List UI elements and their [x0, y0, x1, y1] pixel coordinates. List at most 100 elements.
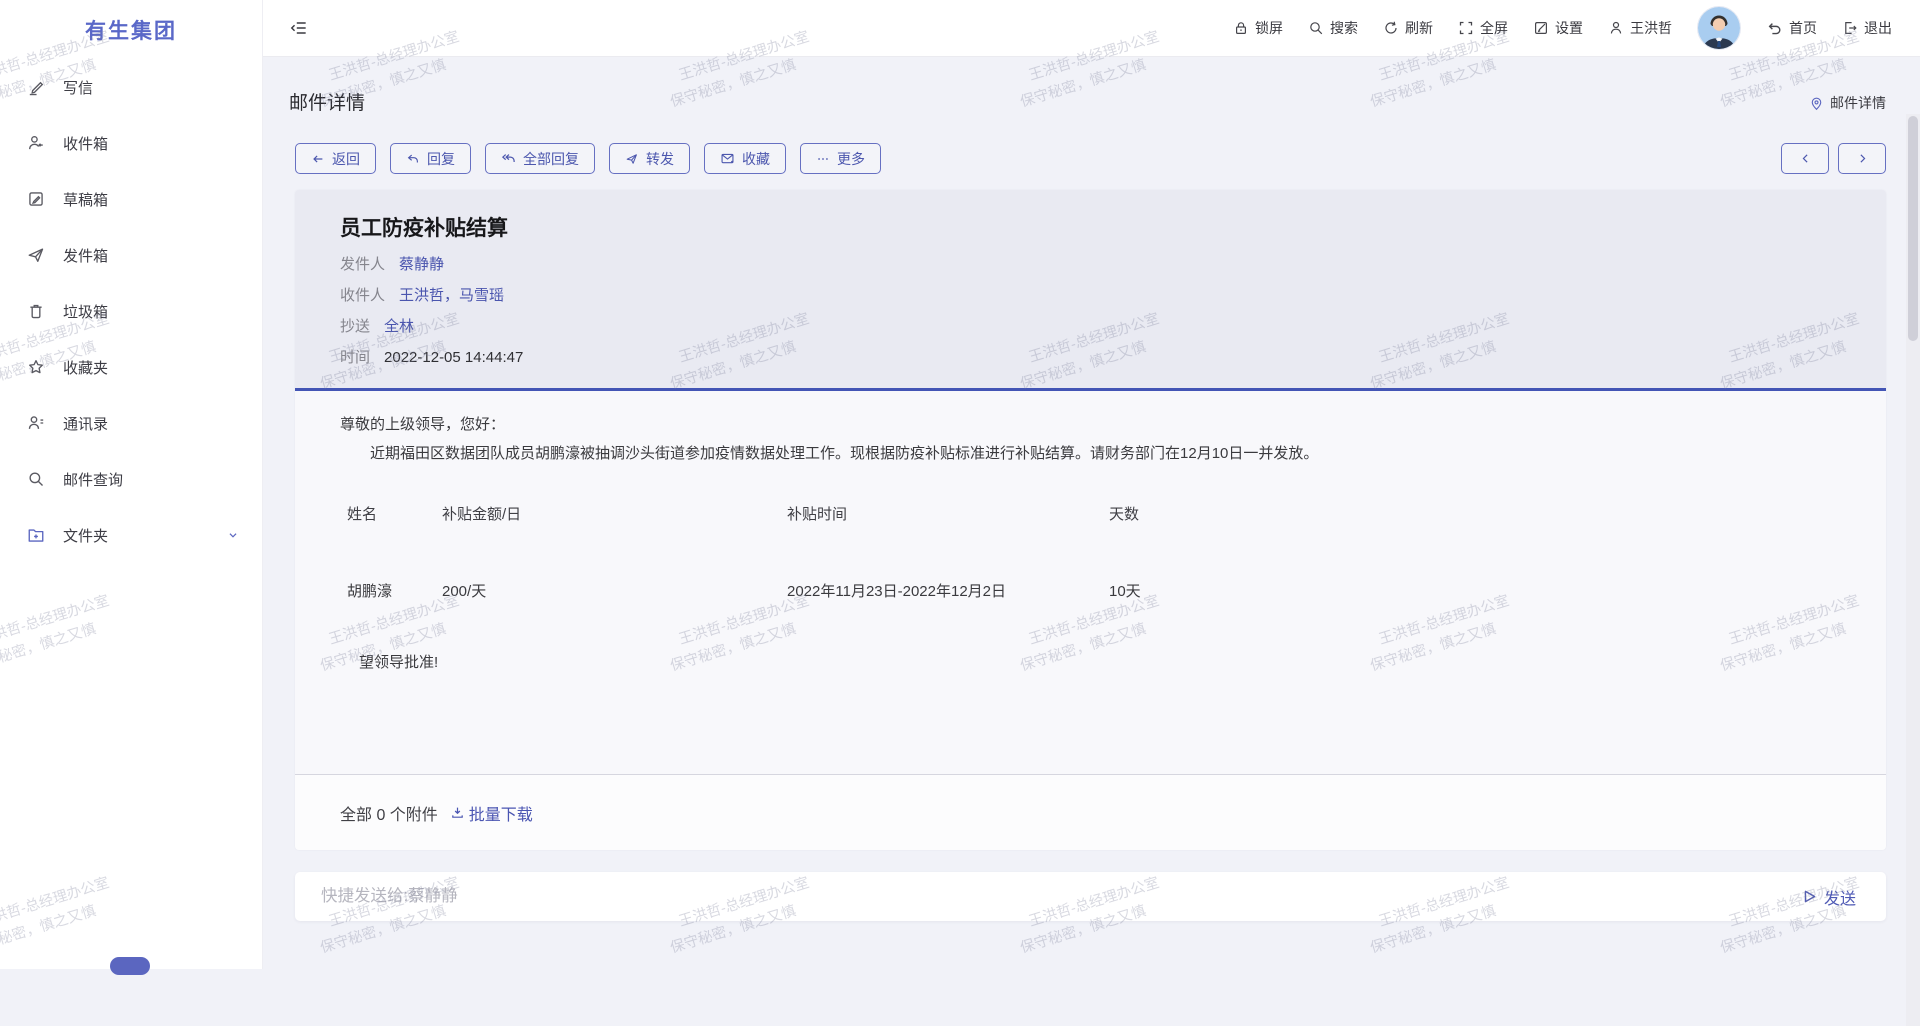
user-avatar[interactable]	[1697, 6, 1741, 50]
menu-fold-icon[interactable]	[289, 18, 309, 38]
current-user-name: 王洪哲	[1630, 18, 1672, 38]
outbox-icon	[27, 246, 45, 264]
forward-button[interactable]: 转发	[609, 143, 690, 174]
settings-icon	[1533, 20, 1549, 36]
global-search-label: 搜索	[1330, 18, 1358, 38]
table-cell: 200/天	[442, 582, 787, 602]
person-icon	[1608, 20, 1624, 36]
home-button[interactable]: 首页	[1766, 18, 1817, 38]
scrollbar[interactable]	[1906, 114, 1920, 1026]
chevron-right-icon	[1856, 152, 1869, 165]
mail-star-icon	[720, 151, 735, 166]
sidebar-item-sent[interactable]: 发件箱	[0, 227, 262, 283]
sidebar-item-trash[interactable]: 垃圾箱	[0, 283, 262, 339]
quick-send-input[interactable]	[321, 887, 1801, 906]
more-button[interactable]: 更多	[800, 143, 881, 174]
pencil-icon	[27, 78, 45, 96]
table-header: 姓名	[347, 505, 442, 525]
sidebar: 有生集团 写信 收件箱 草稿箱 发件箱 垃圾箱 收藏夹 通讯录 邮件查询 文件夹	[0, 0, 263, 969]
mail-detail-card: 员工防疫补贴结算 发件人 蔡静静 收件人 王洪哲，马雪瑶 抄送 全林 时间 20…	[295, 190, 1886, 850]
to-value[interactable]: 王洪哲，马雪瑶	[399, 286, 504, 306]
main-content: 邮件详情 邮件详情 返回 回复 全部回复 转发 收藏 更多	[263, 57, 1920, 969]
cc-value[interactable]: 全林	[384, 317, 414, 337]
logout-label: 退出	[1864, 18, 1892, 38]
logout-icon	[1842, 20, 1858, 36]
star-icon	[27, 358, 45, 376]
sidebar-item-favorites[interactable]: 收藏夹	[0, 339, 262, 395]
attachments-summary: 全部 0 个附件	[340, 801, 438, 825]
chevron-left-icon	[1799, 152, 1812, 165]
sidebar-item-label: 收件箱	[63, 133, 108, 154]
sidebar-item-label: 草稿箱	[63, 189, 108, 210]
table-cell: 2022年11月23日-2022年12月2日	[787, 582, 1109, 602]
brand-logo: 有生集团	[0, 0, 262, 59]
scrollbar-thumb[interactable]	[1908, 116, 1918, 341]
sidebar-item-label: 通讯录	[63, 413, 108, 434]
sidebar-item-drafts[interactable]: 草稿箱	[0, 171, 262, 227]
logout-button[interactable]: 退出	[1842, 18, 1892, 38]
page-title: 邮件详情	[289, 88, 365, 115]
sidebar-item-label: 文件夹	[63, 525, 108, 546]
reply-button[interactable]: 回复	[390, 143, 471, 174]
mail-subject: 员工防疫补贴结算	[340, 214, 1841, 244]
location-pin-icon	[1809, 96, 1824, 111]
mail-paragraph: 近期福田区数据团队成员胡鹏濠被抽调沙头街道参加疫情数据处理工作。现根据防疫补贴标…	[340, 444, 1841, 464]
topbar: 锁屏 搜索 刷新 全屏 设置 王洪哲 首页	[263, 0, 1920, 57]
sidebar-item-compose[interactable]: 写信	[0, 59, 262, 115]
hidden-action-pill[interactable]	[110, 957, 150, 975]
undo-home-icon	[1766, 20, 1783, 37]
forward-label: 转发	[646, 149, 674, 169]
chevron-down-icon	[226, 528, 240, 542]
sidebar-item-inbox[interactable]: 收件箱	[0, 115, 262, 171]
batch-download-link[interactable]: 批量下载	[450, 801, 533, 825]
global-search-button[interactable]: 搜索	[1308, 18, 1358, 38]
send-triangle-icon	[1801, 888, 1818, 905]
mail-greeting: 尊敬的上级领导，您好：	[340, 415, 1841, 435]
attachments-section: 全部 0 个附件 批量下载	[295, 775, 1886, 850]
send-label: 发送	[1824, 885, 1856, 909]
refresh-label: 刷新	[1405, 18, 1433, 38]
sidebar-item-folders[interactable]: 文件夹	[0, 507, 262, 563]
trash-icon	[27, 302, 45, 320]
sidebar-item-contacts[interactable]: 通讯录	[0, 395, 262, 451]
next-mail-button[interactable]	[1838, 143, 1886, 174]
time-value: 2022-12-05 14:44:47	[384, 348, 523, 368]
fullscreen-button[interactable]: 全屏	[1458, 18, 1508, 38]
time-label: 时间	[340, 348, 370, 368]
previous-mail-button[interactable]	[1781, 143, 1829, 174]
breadcrumb: 邮件详情	[1809, 93, 1886, 113]
sidebar-item-label: 垃圾箱	[63, 301, 108, 322]
sidebar-item-label: 发件箱	[63, 245, 108, 266]
settings-button[interactable]: 设置	[1533, 18, 1583, 38]
cc-label: 抄送	[340, 317, 370, 337]
from-value[interactable]: 蔡静静	[399, 255, 444, 275]
arrow-left-icon	[311, 152, 325, 166]
favorite-button[interactable]: 收藏	[704, 143, 786, 174]
more-dots-icon	[816, 152, 830, 166]
lock-screen-label: 锁屏	[1255, 18, 1283, 38]
subsidy-table: 姓名 补贴金额/日 补贴时间 天数 胡鹏濠 200/天 2022年11月23日-…	[347, 505, 1841, 602]
table-header: 补贴金额/日	[442, 505, 787, 525]
settings-label: 设置	[1555, 18, 1583, 38]
search-icon	[1308, 20, 1324, 36]
sidebar-item-mail-search[interactable]: 邮件查询	[0, 451, 262, 507]
back-button[interactable]: 返回	[295, 143, 376, 174]
send-button[interactable]: 发送	[1801, 885, 1856, 909]
favorite-label: 收藏	[742, 149, 770, 169]
reply-all-button[interactable]: 全部回复	[485, 143, 595, 174]
refresh-icon	[1383, 20, 1399, 36]
from-label: 发件人	[340, 255, 385, 275]
refresh-button[interactable]: 刷新	[1383, 18, 1433, 38]
mail-pager	[1781, 143, 1886, 174]
back-label: 返回	[332, 149, 360, 169]
home-label: 首页	[1789, 18, 1817, 38]
download-icon	[450, 805, 465, 820]
quick-send-bar: 发送	[295, 872, 1886, 921]
fullscreen-label: 全屏	[1480, 18, 1508, 38]
table-header: 天数	[1109, 505, 1841, 525]
current-user[interactable]: 王洪哲	[1608, 18, 1672, 38]
forward-icon	[625, 152, 639, 166]
lock-screen-button[interactable]: 锁屏	[1233, 18, 1283, 38]
table-cell: 胡鹏濠	[347, 582, 442, 602]
draft-icon	[27, 190, 45, 208]
